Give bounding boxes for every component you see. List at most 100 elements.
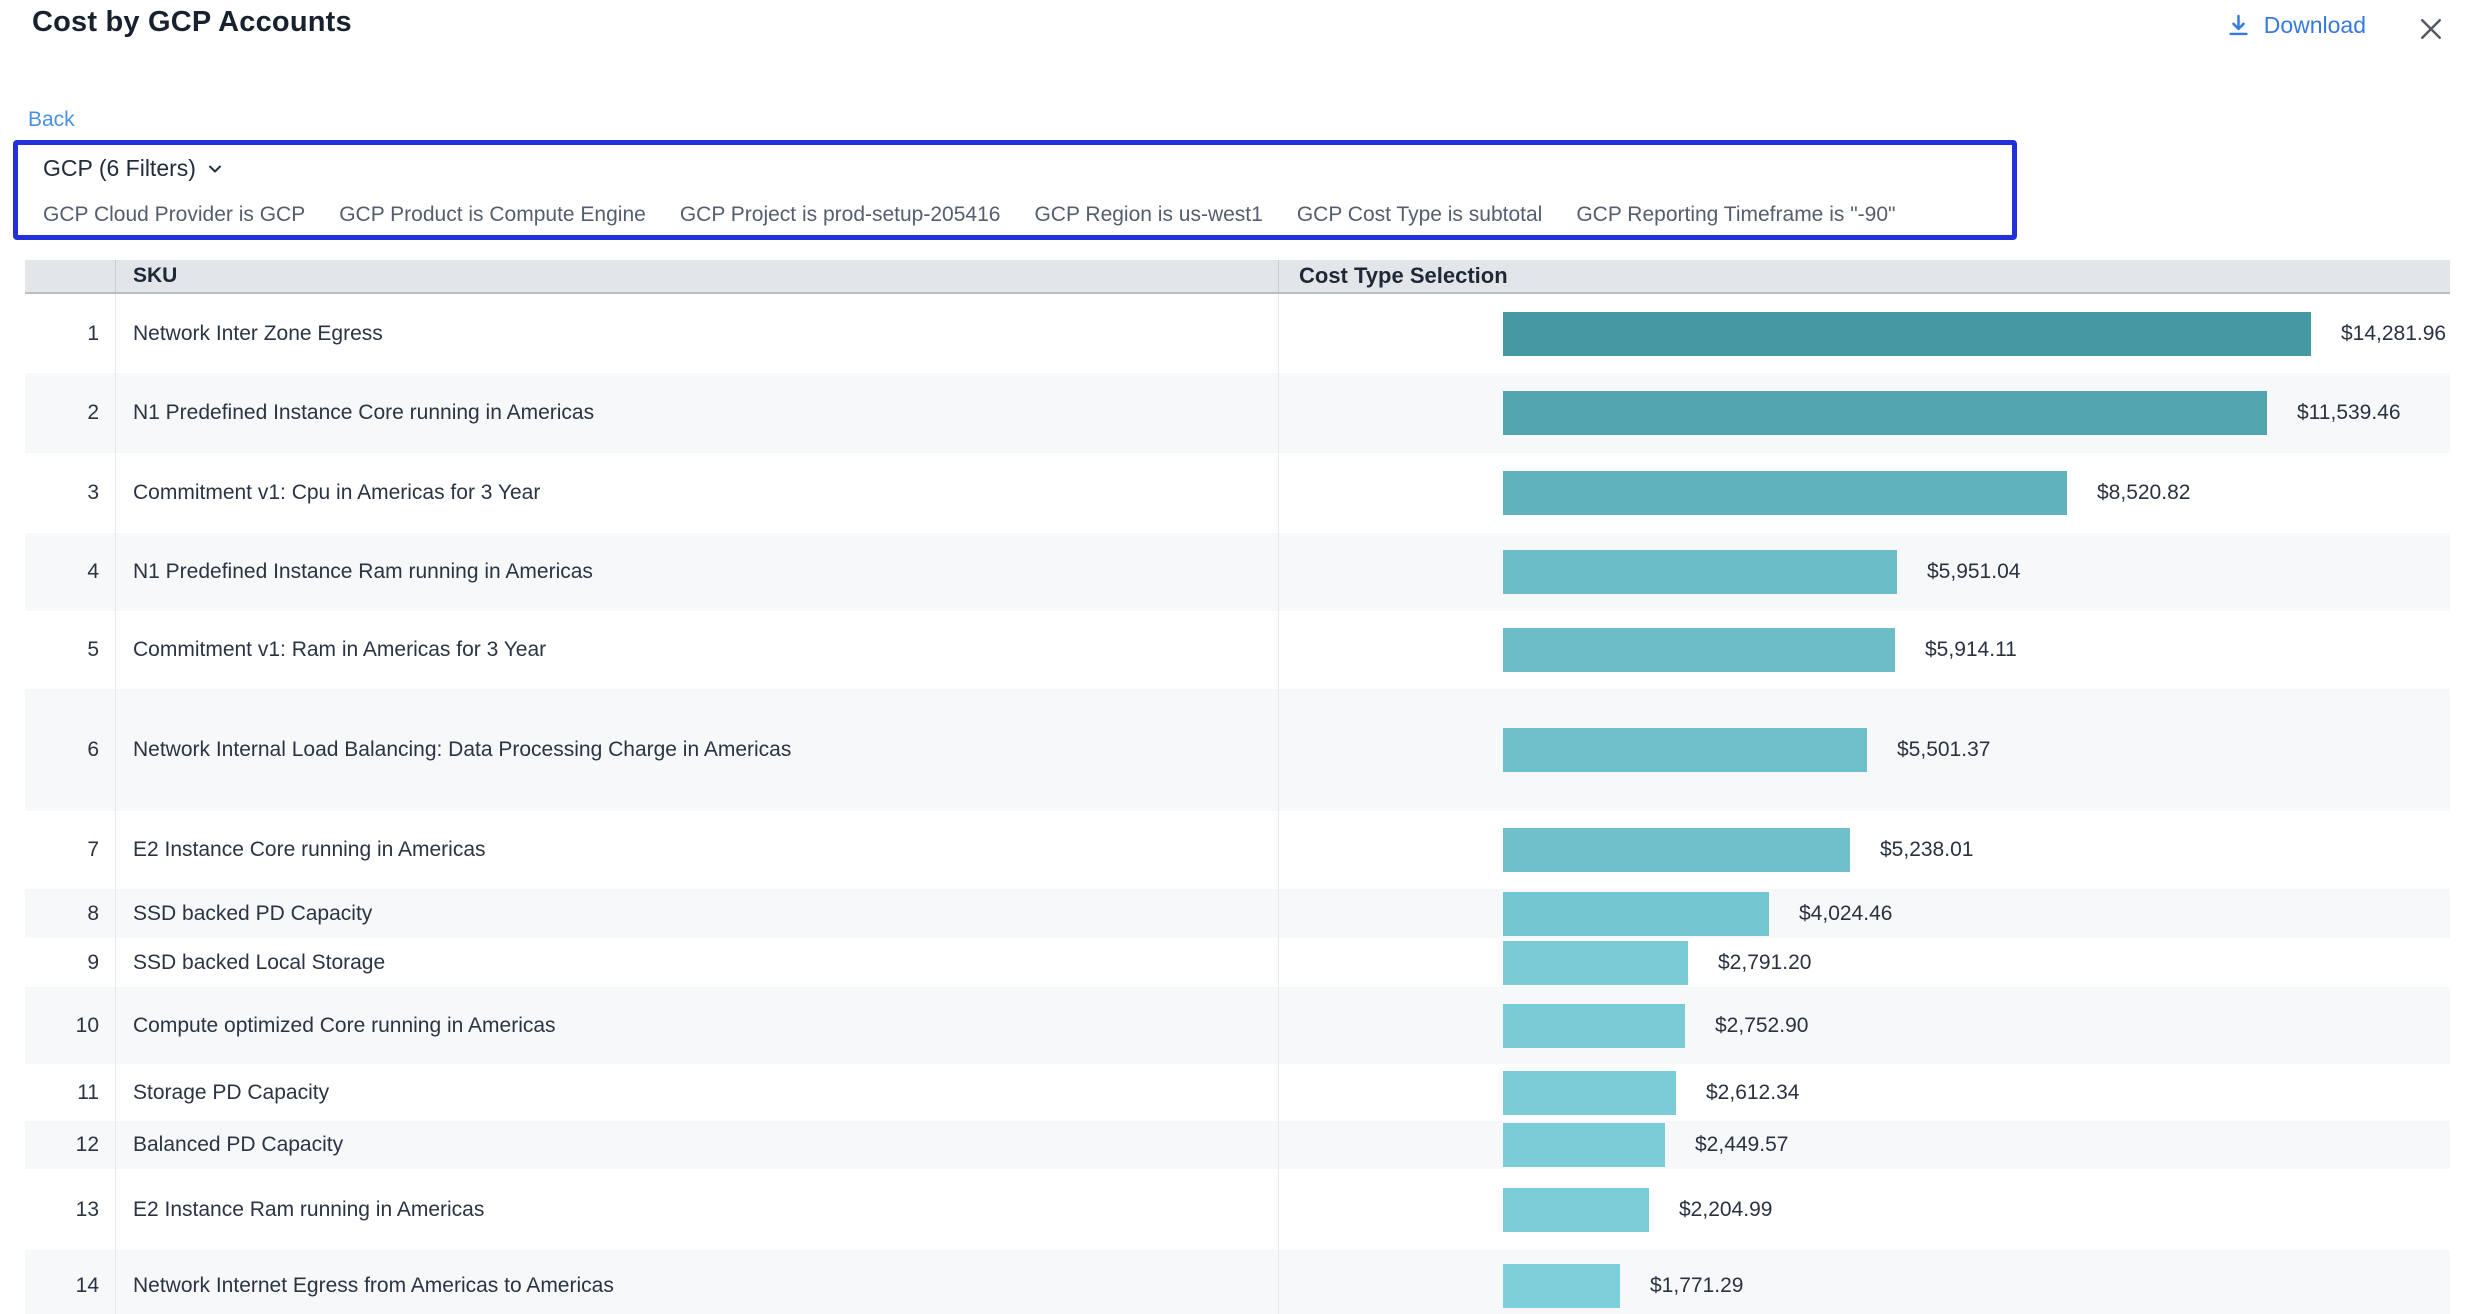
cost-cell: $2,791.20: [1278, 938, 2450, 987]
cost-cell: $1,771.29: [1278, 1250, 2450, 1314]
cost-bar[interactable]: [1503, 828, 1850, 872]
table-row[interactable]: 6Network Internal Load Balancing: Data P…: [25, 689, 2450, 811]
sku-label: SSD backed Local Storage: [115, 938, 1278, 987]
cost-bar[interactable]: [1503, 1188, 1649, 1232]
cost-value-label: $5,951.04: [1927, 560, 2020, 584]
applied-filters-list: GCP Cloud Provider is GCP GCP Product is …: [43, 203, 1895, 227]
sku-label: Network Internet Egress from Americas to…: [115, 1250, 1278, 1314]
table-row[interactable]: 5Commitment v1: Ram in Americas for 3 Ye…: [25, 611, 2450, 689]
chevron-down-icon: [205, 159, 225, 179]
table-row[interactable]: 14Network Internet Egress from Americas …: [25, 1250, 2450, 1314]
filter-chip: GCP Cloud Provider is GCP: [43, 203, 305, 227]
row-rank: 9: [25, 938, 115, 987]
table-row[interactable]: 3Commitment v1: Cpu in Americas for 3 Ye…: [25, 453, 2450, 533]
back-link[interactable]: Back: [28, 108, 75, 132]
cost-value-label: $5,238.01: [1880, 838, 1973, 862]
cost-value-label: $14,281.96: [2341, 322, 2446, 346]
table-row[interactable]: 12Balanced PD Capacity $2,449.57: [25, 1121, 2450, 1169]
download-label: Download: [2264, 12, 2366, 39]
cost-bar[interactable]: [1503, 941, 1688, 985]
table-body: 1Network Inter Zone Egress$14,281.962N1 …: [25, 294, 2450, 1314]
download-icon: [2225, 12, 2252, 39]
table-row[interactable]: 2N1 Predefined Instance Core running in …: [25, 373, 2450, 453]
sku-label: E2 Instance Core running in Americas: [115, 811, 1278, 889]
table-row[interactable]: 9SSD backed Local Storage $2,791.20: [25, 938, 2450, 987]
cost-value-label: $1,771.29: [1650, 1274, 1743, 1298]
cost-bar[interactable]: [1503, 1071, 1676, 1115]
cost-bar[interactable]: [1503, 628, 1895, 672]
filter-panel: GCP (6 Filters) GCP Cloud Provider is GC…: [13, 140, 2017, 240]
cost-value-label: $8,520.82: [2097, 481, 2190, 505]
table-header-row: SKU Cost Type Selection: [25, 260, 2450, 294]
column-header-rank: [25, 260, 115, 292]
table-row[interactable]: 1Network Inter Zone Egress $14,281.96: [25, 294, 2450, 373]
row-rank: 6: [25, 689, 115, 811]
row-rank: 1: [25, 294, 115, 373]
table-row[interactable]: 10Compute optimized Core running in Amer…: [25, 987, 2450, 1064]
cost-cell: $5,951.04: [1278, 533, 2450, 611]
filter-summary-label: GCP (6 Filters): [43, 155, 196, 182]
cost-value-label: $5,914.11: [1925, 638, 2017, 662]
sku-label: Network Internal Load Balancing: Data Pr…: [115, 689, 1278, 811]
cost-cell: $2,204.99: [1278, 1169, 2450, 1250]
sku-label: N1 Predefined Instance Ram running in Am…: [115, 533, 1278, 611]
cost-value-label: $5,501.37: [1897, 738, 1990, 762]
column-header-cost-type-selection[interactable]: Cost Type Selection: [1278, 260, 2450, 292]
cost-cell: $14,281.96: [1278, 294, 2450, 373]
cost-value-label: $2,449.57: [1695, 1133, 1788, 1157]
cost-value-label: $2,612.34: [1706, 1081, 1799, 1105]
cost-bar[interactable]: [1503, 471, 2067, 515]
sku-label: Compute optimized Core running in Americ…: [115, 987, 1278, 1064]
cost-bar[interactable]: [1503, 728, 1867, 772]
sku-label: SSD backed PD Capacity: [115, 889, 1278, 938]
row-rank: 2: [25, 373, 115, 453]
download-button[interactable]: Download: [2225, 12, 2366, 39]
row-rank: 4: [25, 533, 115, 611]
row-rank: 10: [25, 987, 115, 1064]
page-title: Cost by GCP Accounts: [32, 6, 352, 39]
cost-value-label: $2,204.99: [1679, 1198, 1772, 1222]
table-row[interactable]: 13E2 Instance Ram running in Americas$2,…: [25, 1169, 2450, 1250]
cost-bar[interactable]: [1503, 1264, 1620, 1308]
row-rank: 8: [25, 889, 115, 938]
close-icon[interactable]: [2414, 12, 2448, 46]
filter-chip: GCP Project is prod-setup-205416: [680, 203, 1001, 227]
cost-bar[interactable]: [1503, 312, 2311, 356]
cost-cell: $11,539.46: [1278, 373, 2450, 453]
row-rank: 7: [25, 811, 115, 889]
cost-cell: $5,914.11: [1278, 611, 2450, 689]
cost-cell: $2,612.34: [1278, 1064, 2450, 1121]
cost-cell: $2,449.57: [1278, 1121, 2450, 1169]
filter-chip: GCP Region is us-west1: [1034, 203, 1262, 227]
cost-bar[interactable]: [1503, 892, 1769, 936]
sku-label: Network Inter Zone Egress: [115, 294, 1278, 373]
sku-label: Balanced PD Capacity: [115, 1121, 1278, 1169]
filter-chip: GCP Product is Compute Engine: [339, 203, 646, 227]
row-rank: 5: [25, 611, 115, 689]
filter-dropdown[interactable]: GCP (6 Filters): [43, 155, 225, 182]
table-row[interactable]: 7E2 Instance Core running in Americas $5,…: [25, 811, 2450, 889]
filter-chip: GCP Cost Type is subtotal: [1297, 203, 1543, 227]
cost-table: SKU Cost Type Selection 1Network Inter Z…: [25, 260, 2450, 1314]
table-row[interactable]: 11Storage PD Capacity$2,612.34: [25, 1064, 2450, 1121]
cost-value-label: $11,539.46: [2297, 401, 2401, 425]
cost-bar[interactable]: [1503, 391, 2267, 435]
cost-cell: $5,501.37: [1278, 689, 2450, 811]
filter-chip: GCP Reporting Timeframe is "-90": [1576, 203, 1895, 227]
sku-label: Commitment v1: Ram in Americas for 3 Yea…: [115, 611, 1278, 689]
row-rank: 11: [25, 1064, 115, 1121]
cost-value-label: $2,791.20: [1718, 951, 1811, 975]
cost-bar[interactable]: [1503, 1004, 1685, 1048]
table-row[interactable]: 4N1 Predefined Instance Ram running in A…: [25, 533, 2450, 611]
cost-value-label: $4,024.46: [1799, 902, 1892, 926]
cost-value-label: $2,752.90: [1715, 1014, 1808, 1038]
cost-bar[interactable]: [1503, 1123, 1665, 1167]
row-rank: 14: [25, 1250, 115, 1314]
row-rank: 13: [25, 1169, 115, 1250]
column-header-sku[interactable]: SKU: [115, 260, 1278, 292]
cost-bar[interactable]: [1503, 550, 1897, 594]
row-rank: 12: [25, 1121, 115, 1169]
cost-cell: $8,520.82: [1278, 453, 2450, 533]
table-row[interactable]: 8SSD backed PD Capacity $4,024.46: [25, 889, 2450, 938]
cost-cell: $5,238.01: [1278, 811, 2450, 889]
